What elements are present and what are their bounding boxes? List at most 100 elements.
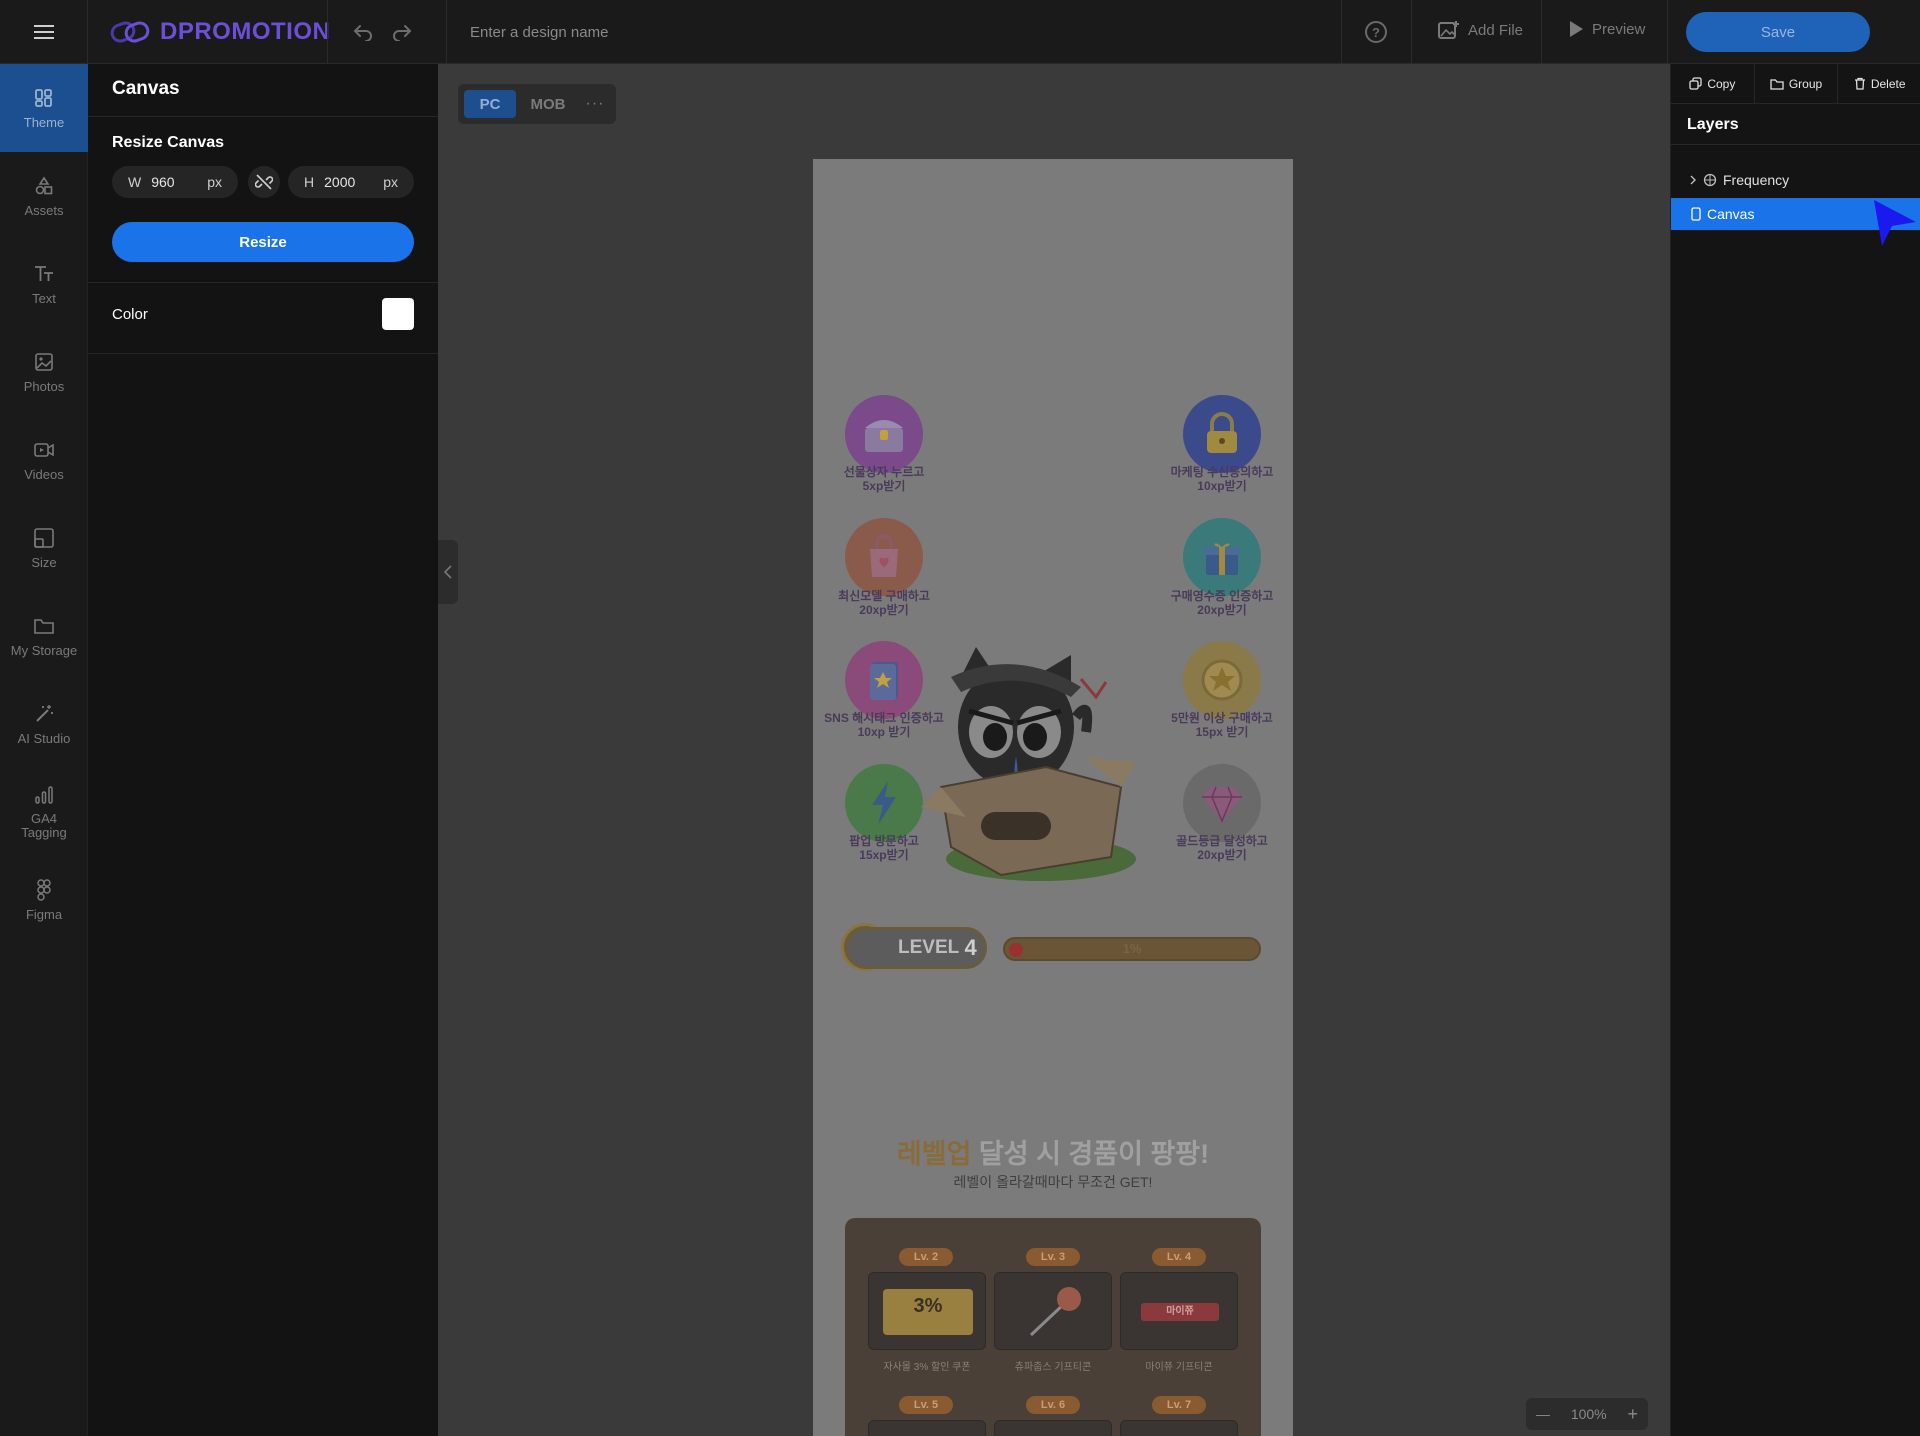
artboard[interactable]: 선물상자 누르고 5xp받기 최신모델 구매하고 20xp받기 SNS 해시태그 인…	[813, 159, 1293, 1436]
color-label: Color	[112, 306, 148, 323]
reward-card[interactable]	[994, 1420, 1112, 1436]
device-mob-button[interactable]: MOB	[522, 90, 574, 118]
group-button[interactable]: Group	[1755, 64, 1839, 103]
coin-star-icon	[1201, 659, 1243, 701]
badge-new-model[interactable]	[845, 518, 923, 596]
rail-item-my-storage[interactable]: My Storage	[0, 592, 88, 680]
undo-button[interactable]	[349, 18, 377, 46]
level-tag: Lv. 7	[1152, 1396, 1206, 1414]
design-name-input[interactable]	[470, 18, 1070, 46]
layers-title: Layers	[1687, 116, 1739, 133]
badge-gold-tier[interactable]	[1183, 764, 1261, 842]
badge-gift-box[interactable]	[845, 395, 923, 473]
chevron-right-icon	[1690, 175, 1696, 185]
width-field[interactable]: W 960 px	[112, 166, 238, 198]
aspect-lock-toggle[interactable]	[248, 166, 280, 198]
rail-item-ga4-tagging[interactable]: GA4 Tagging	[0, 768, 88, 856]
book-icon	[870, 662, 898, 700]
help-button[interactable]: ?	[1365, 21, 1387, 43]
height-field[interactable]: H 2000 px	[288, 166, 414, 198]
badge-purchase-50k[interactable]	[1183, 641, 1261, 719]
height-unit: px	[383, 174, 398, 190]
add-image-icon	[1438, 21, 1459, 39]
logo-link-icon	[110, 21, 150, 43]
reward-card[interactable]	[1120, 1420, 1238, 1436]
badge-popup-visit[interactable]	[845, 764, 923, 842]
video-icon	[33, 439, 55, 461]
width-value[interactable]: 960	[151, 174, 174, 190]
device-toggle: PC MOB ···	[458, 84, 616, 124]
rail-item-assets[interactable]: Assets	[0, 152, 88, 240]
reward-card-lollipop[interactable]	[994, 1272, 1112, 1350]
rail-item-photos[interactable]: Photos	[0, 328, 88, 416]
reward-caption: 마이쮸 기프티콘	[1145, 1362, 1213, 1373]
badge-caption: 마케팅 수신동의하고 10xp받기	[1170, 465, 1274, 493]
preview-button[interactable]: Preview	[1568, 20, 1645, 38]
resize-button[interactable]: Resize	[112, 222, 414, 262]
zoom-in-button[interactable]: +	[1627, 1404, 1638, 1425]
left-nav-rail: Theme Assets Text Photos Videos Size My …	[0, 64, 88, 1436]
height-label: H	[304, 174, 315, 190]
device-pc-button[interactable]: PC	[464, 90, 516, 118]
add-file-button[interactable]: Add File	[1438, 20, 1523, 40]
reward-card-candy[interactable]: 마이쮸	[1120, 1272, 1238, 1350]
more-options-button[interactable]: ···	[580, 95, 610, 113]
cat-in-box-illustration	[921, 647, 1136, 881]
badge-caption: 골드등급 달성하고 20xp받기	[1176, 834, 1268, 862]
rail-label: Text	[32, 290, 56, 306]
width-unit: px	[207, 174, 222, 190]
level-number: 4	[964, 935, 977, 960]
logo[interactable]: DPROMOTION	[110, 16, 330, 48]
divider	[327, 0, 328, 64]
rail-item-size[interactable]: Size	[0, 504, 88, 592]
lightning-icon	[872, 781, 896, 825]
rail-item-text[interactable]: Text	[0, 240, 88, 328]
shopping-bag-icon	[870, 534, 898, 577]
save-button[interactable]: Save	[1686, 12, 1870, 52]
hamburger-menu-button[interactable]	[0, 0, 88, 64]
level-tag: Lv. 6	[1026, 1396, 1080, 1414]
play-icon	[1570, 21, 1583, 37]
badge-receipt[interactable]	[1183, 518, 1261, 596]
level-tag: Lv. 4	[1152, 1248, 1206, 1266]
lollipop-icon	[1029, 1287, 1081, 1337]
rail-item-ai-studio[interactable]: AI Studio	[0, 680, 88, 768]
reward-caption: 자사몰 3% 할인 쿠폰	[883, 1362, 971, 1373]
treasure-chest-icon	[865, 420, 903, 452]
reward-card[interactable]	[868, 1420, 986, 1436]
artboard-background: 선물상자 누르고 5xp받기 최신모델 구매하고 20xp받기 SNS 해시태그 인…	[813, 159, 1293, 1436]
folder-icon	[33, 615, 55, 637]
zoom-level: 100%	[1570, 1406, 1607, 1422]
height-value[interactable]: 2000	[324, 174, 355, 190]
rail-label: Videos	[24, 466, 64, 482]
redo-button[interactable]	[388, 18, 416, 46]
collapse-panel-button[interactable]	[438, 540, 458, 604]
chevron-left-icon	[444, 565, 452, 579]
badge-caption: 5만원 이상 구매하고 15px 받기	[1171, 711, 1273, 739]
undo-icon	[353, 25, 372, 41]
layer-item-frequency[interactable]: Frequency	[1671, 164, 1920, 196]
divider	[1541, 0, 1542, 64]
rail-item-figma[interactable]: Figma	[0, 856, 88, 944]
logo-text: DPROMOTION	[160, 18, 331, 45]
badge-sns-hashtag[interactable]	[845, 641, 923, 719]
add-file-label: Add File	[1468, 21, 1524, 39]
badge-marketing-consent[interactable]	[1183, 395, 1261, 473]
zoom-out-button[interactable]: —	[1536, 1406, 1550, 1422]
badge-caption: 선물상자 누르고 5xp받기	[843, 465, 925, 493]
top-bar: DPROMOTION ? Add File Preview Save	[0, 0, 1920, 64]
divider	[446, 0, 447, 64]
reward-card-coupon[interactable]: 3%	[868, 1272, 986, 1350]
delete-button[interactable]: Delete	[1838, 64, 1920, 103]
divider	[1411, 0, 1412, 64]
xp-progress-bar: 1%	[1003, 937, 1261, 961]
copy-button[interactable]: Copy	[1671, 64, 1755, 103]
resize-icon	[33, 527, 55, 549]
rail-item-videos[interactable]: Videos	[0, 416, 88, 504]
layer-toolbar: Copy Group Delete	[1671, 64, 1920, 104]
color-swatch[interactable]	[382, 298, 414, 330]
level-badge: LEVEL 4	[845, 927, 987, 969]
rail-item-theme[interactable]: Theme	[0, 64, 88, 152]
page-icon	[1691, 207, 1701, 221]
divider	[1671, 144, 1920, 145]
